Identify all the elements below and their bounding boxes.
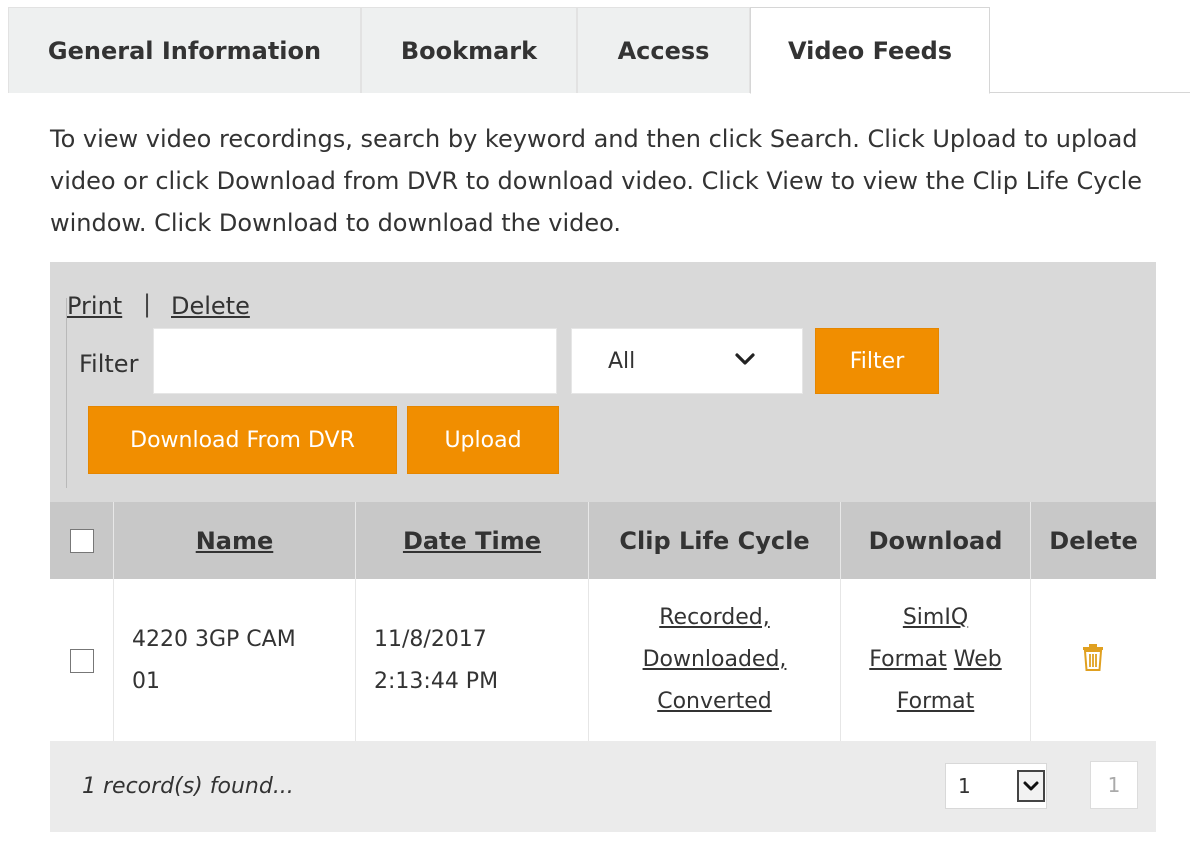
simiq-format-link[interactable]: SimIQ bbox=[903, 605, 968, 630]
table-header: Name Date Time Clip Life Cycle Download … bbox=[50, 502, 1156, 579]
download-cell: SimIQ Format Web Format bbox=[841, 579, 1031, 741]
header-select-cell bbox=[50, 502, 114, 579]
clip-date: 11/8/2017 bbox=[374, 627, 487, 652]
toolbar-divider bbox=[66, 298, 67, 488]
chevron-down-icon bbox=[1023, 781, 1039, 791]
clip-life-cycle-cell: Recorded, Downloaded, Converted bbox=[589, 579, 841, 741]
life-cycle-downloaded-link[interactable]: Downloaded, bbox=[643, 647, 787, 672]
column-header-label: Name bbox=[195, 526, 274, 555]
chevron-down-icon bbox=[735, 353, 755, 365]
table-row: 4220 3GP CAM 01 11/8/2017 2:13:44 PM Rec… bbox=[50, 579, 1156, 741]
clip-time: 2:13:44 PM bbox=[374, 669, 499, 694]
instructions-text: To view video recordings, search by keyw… bbox=[50, 125, 1143, 237]
tab-bar: General Information Bookmark Access Vide… bbox=[8, 7, 1190, 94]
column-header-download: Download bbox=[841, 502, 1031, 579]
download-from-dvr-button[interactable]: Download From DVR bbox=[88, 406, 397, 474]
tab-label: Video Feeds bbox=[787, 36, 953, 65]
tab-access[interactable]: Access bbox=[577, 7, 750, 93]
web-format-link[interactable]: Format bbox=[897, 689, 975, 714]
records-found-text: 1 record(s) found... bbox=[82, 774, 294, 799]
column-header-date-time[interactable]: Date Time bbox=[356, 502, 589, 579]
life-cycle-converted-link[interactable]: Converted bbox=[657, 689, 772, 714]
column-header-label: Date Time bbox=[402, 526, 542, 555]
tab-bookmark[interactable]: Bookmark bbox=[361, 7, 577, 93]
filter-select[interactable]: All bbox=[571, 328, 803, 394]
grid-toolbar: Print | Delete Filter All Filter Downloa… bbox=[50, 262, 1156, 502]
filter-label: Filter bbox=[79, 350, 139, 378]
row-checkbox[interactable] bbox=[70, 649, 94, 673]
simiq-format-link[interactable]: Format bbox=[869, 647, 947, 672]
select-all-checkbox[interactable] bbox=[70, 529, 94, 553]
life-cycle-recorded-link[interactable]: Recorded, bbox=[659, 605, 770, 630]
print-link[interactable]: Print bbox=[67, 292, 122, 320]
page-select-value: 1 bbox=[958, 774, 971, 798]
grid-footer: 1 record(s) found... 1 1 bbox=[50, 741, 1156, 832]
date-time-cell: 11/8/2017 2:13:44 PM bbox=[356, 579, 589, 741]
tab-label: Access bbox=[617, 36, 710, 65]
tab-video-feeds[interactable]: Video Feeds bbox=[750, 7, 990, 94]
video-feeds-grid: Print | Delete Filter All Filter Downloa… bbox=[50, 262, 1156, 832]
column-header-label: Download bbox=[868, 526, 1003, 555]
trash-icon[interactable] bbox=[1082, 643, 1104, 671]
row-select-cell bbox=[50, 579, 114, 741]
filter-select-value: All bbox=[608, 349, 636, 374]
clip-name-line: 4220 3GP CAM bbox=[132, 627, 296, 652]
page-number-button[interactable]: 1 bbox=[1090, 761, 1138, 809]
page-select[interactable]: 1 bbox=[945, 763, 1047, 809]
link-separator: | bbox=[143, 290, 152, 318]
tab-label: Bookmark bbox=[400, 36, 538, 65]
upload-button[interactable]: Upload bbox=[407, 406, 559, 474]
column-header-label: Delete bbox=[1049, 526, 1138, 555]
column-header-delete: Delete bbox=[1031, 502, 1156, 579]
filter-button[interactable]: Filter bbox=[815, 328, 939, 394]
tab-general-information[interactable]: General Information bbox=[8, 7, 361, 93]
column-header-label: Clip Life Cycle bbox=[619, 526, 810, 555]
filter-input[interactable] bbox=[153, 328, 557, 394]
clip-name-line: 01 bbox=[132, 669, 160, 694]
name-cell: 4220 3GP CAM 01 bbox=[114, 579, 356, 741]
web-format-link[interactable]: Web bbox=[954, 647, 1002, 672]
delete-link[interactable]: Delete bbox=[171, 292, 250, 320]
column-header-name[interactable]: Name bbox=[114, 502, 356, 579]
column-header-clip-life-cycle: Clip Life Cycle bbox=[589, 502, 841, 579]
tab-label: General Information bbox=[47, 36, 322, 65]
page-select-arrow[interactable] bbox=[1017, 770, 1045, 802]
